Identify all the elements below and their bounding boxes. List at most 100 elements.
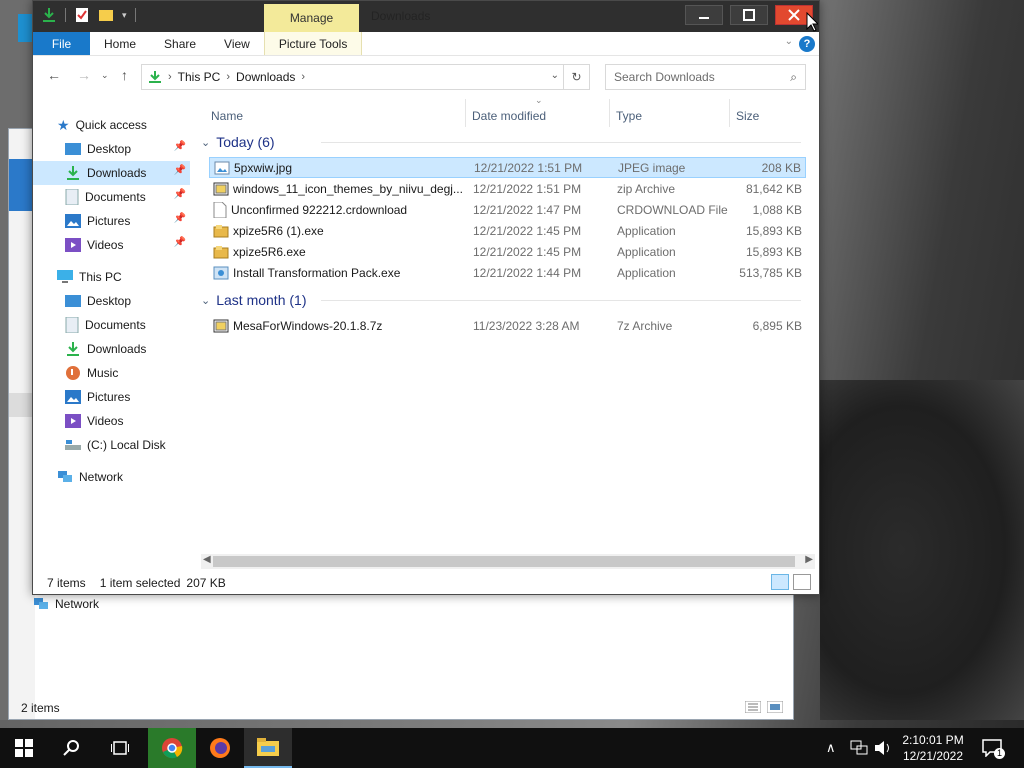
nav-this-pc[interactable]: This PC	[57, 265, 214, 289]
back-arrow-icon[interactable]: ←	[47, 67, 61, 83]
address-dropdown-icon[interactable]: ⌄	[551, 70, 559, 81]
group-header-today[interactable]: ⌄ Today (6)	[201, 133, 801, 151]
nav-pc-pictures[interactable]: Pictures	[33, 385, 190, 409]
nav-network[interactable]: Network	[57, 465, 214, 489]
nav-quick-access[interactable]: ★ Quick access	[57, 113, 214, 137]
start-button[interactable]	[0, 728, 48, 768]
search-input[interactable]: Search Downloads ⌕	[605, 64, 806, 90]
address-bar[interactable]: › This PC › Downloads › ⌄ ↻	[141, 64, 590, 90]
breadcrumb-downloads[interactable]: Downloads	[236, 70, 295, 84]
column-name[interactable]: Name	[211, 109, 243, 131]
nav-qa-pictures[interactable]: Pictures 📌	[33, 209, 190, 233]
help-icon[interactable]: ?	[799, 36, 815, 52]
breadcrumb-this-pc[interactable]: This PC	[178, 70, 221, 84]
large-icons-view-icon[interactable]	[767, 701, 783, 713]
table-row[interactable]: Unconfirmed 922212.crdownload 12/21/2022…	[209, 199, 806, 220]
recent-locations-icon[interactable]: ⌄	[101, 70, 109, 81]
action-center-button[interactable]: 1	[982, 728, 1005, 768]
table-row[interactable]: 5pxwiw.jpg 12/21/2022 1:51 PM JPEG image…	[209, 157, 806, 178]
tab-home[interactable]: Home	[90, 32, 150, 55]
tab-file[interactable]: File	[33, 32, 90, 55]
breadcrumb-chevron-icon[interactable]: ›	[301, 71, 305, 83]
nav-qa-downloads[interactable]: Downloads 📌	[33, 161, 190, 185]
breadcrumb-chevron-icon[interactable]: ›	[168, 71, 172, 83]
new-folder-icon[interactable]	[98, 7, 114, 23]
download-arrow-icon[interactable]	[41, 7, 57, 23]
expand-ribbon-icon[interactable]: ⌄	[785, 36, 793, 47]
pin-icon[interactable]: 📌	[174, 213, 186, 224]
large-icons-view-button[interactable]	[793, 574, 811, 590]
background-view-buttons[interactable]	[745, 701, 783, 713]
pin-icon[interactable]: 📌	[174, 165, 186, 176]
breadcrumb-chevron-icon[interactable]: ›	[226, 71, 230, 83]
collapse-chevron-icon[interactable]: ⌄	[201, 136, 210, 149]
nav-pc-videos-label: Videos	[87, 414, 124, 428]
explorer-window[interactable]: ▾ Manage Downloads File Home Share View …	[32, 0, 820, 595]
column-separator[interactable]	[609, 99, 610, 127]
network-tray[interactable]	[850, 728, 868, 768]
refresh-icon[interactable]: ↻	[563, 65, 589, 89]
task-view-icon	[111, 741, 129, 755]
column-date-modified[interactable]: Date modified	[472, 109, 546, 131]
videos-icon	[65, 414, 81, 428]
pin-icon[interactable]: 📌	[174, 141, 186, 152]
nav-qa-videos[interactable]: Videos 📌	[33, 233, 190, 257]
details-view-button[interactable]	[771, 574, 789, 590]
scrollbar-thumb[interactable]	[213, 556, 795, 567]
column-size[interactable]: Size	[736, 109, 759, 131]
pin-icon[interactable]: 📌	[174, 189, 186, 200]
file-type: Application	[617, 244, 676, 259]
details-view-icon[interactable]	[745, 701, 761, 713]
table-row[interactable]: xpize5R6 (1).exe 12/21/2022 1:45 PM Appl…	[209, 220, 806, 241]
search-button[interactable]	[48, 728, 96, 768]
group-header-last-month[interactable]: ⌄ Last month (1)	[201, 291, 801, 309]
up-arrow-icon[interactable]: ↑	[121, 67, 128, 83]
properties-icon[interactable]	[74, 7, 90, 23]
table-row[interactable]: xpize5R6.exe 12/21/2022 1:45 PM Applicat…	[209, 241, 806, 262]
forward-arrow-icon[interactable]: →	[77, 67, 91, 83]
table-row[interactable]: Install Transformation Pack.exe 12/21/20…	[209, 262, 806, 283]
background-network-item[interactable]: Network	[33, 597, 99, 611]
horizontal-scrollbar[interactable]: ◀ ▶	[201, 554, 815, 569]
nav-qa-desktop[interactable]: Desktop 📌	[33, 137, 190, 161]
table-row[interactable]: windows_11_icon_themes_by_niivu_degj... …	[209, 178, 806, 199]
pin-icon[interactable]: 📌	[174, 237, 186, 248]
task-view-button[interactable]	[96, 728, 144, 768]
scroll-right-icon[interactable]: ▶	[805, 554, 813, 565]
tab-view[interactable]: View	[210, 32, 264, 55]
show-hidden-icons[interactable]: ∧	[826, 728, 836, 768]
column-type[interactable]: Type	[616, 109, 642, 131]
nav-qa-documents[interactable]: Documents 📌	[33, 185, 190, 209]
column-separator[interactable]	[729, 99, 730, 127]
chevron-up-icon[interactable]: ∧	[826, 740, 836, 756]
tab-picture-tools[interactable]: Picture Tools	[263, 32, 363, 55]
qat-dropdown-icon[interactable]: ▾	[122, 10, 127, 21]
status-item-count: 7 items	[47, 576, 86, 590]
file-date: 12/21/2022 1:51 PM	[473, 181, 582, 196]
minimize-button[interactable]	[685, 5, 723, 25]
nav-quick-access-label: Quick access	[75, 118, 147, 132]
firefox-taskbar-button[interactable]	[196, 728, 244, 768]
title-bar[interactable]: ▾ Manage Downloads	[33, 1, 819, 32]
nav-pc-desktop[interactable]: Desktop	[33, 289, 190, 313]
file-explorer-taskbar-button[interactable]	[244, 728, 292, 768]
nav-pc-local-disk[interactable]: (C:) Local Disk	[33, 433, 190, 457]
collapse-chevron-icon[interactable]: ⌄	[201, 294, 210, 307]
chrome-taskbar-button[interactable]	[148, 728, 196, 768]
column-separator[interactable]	[465, 99, 466, 127]
nav-pc-videos[interactable]: Videos	[33, 409, 190, 433]
file-list: Name Date modified ⌄ Type Size ⌄ Today (…	[201, 95, 813, 557]
nav-pc-music[interactable]: Music	[33, 361, 190, 385]
scroll-left-icon[interactable]: ◀	[203, 554, 211, 565]
tab-share[interactable]: Share	[150, 32, 210, 55]
nav-pc-documents[interactable]: Documents	[33, 313, 190, 337]
manage-tab[interactable]: Manage	[264, 4, 359, 32]
maximize-button[interactable]	[730, 5, 768, 25]
table-row[interactable]: MesaForWindows-20.1.8.7z 11/23/2022 3:28…	[209, 315, 806, 336]
file-size: 513,785 KB	[739, 265, 802, 280]
desktop-icon	[65, 295, 81, 307]
file-date: 12/21/2022 1:47 PM	[473, 202, 582, 217]
nav-pc-downloads[interactable]: Downloads	[33, 337, 190, 361]
volume-tray[interactable]	[874, 728, 892, 768]
clock[interactable]: 2:10:01 PM 12/21/2022	[898, 732, 968, 764]
